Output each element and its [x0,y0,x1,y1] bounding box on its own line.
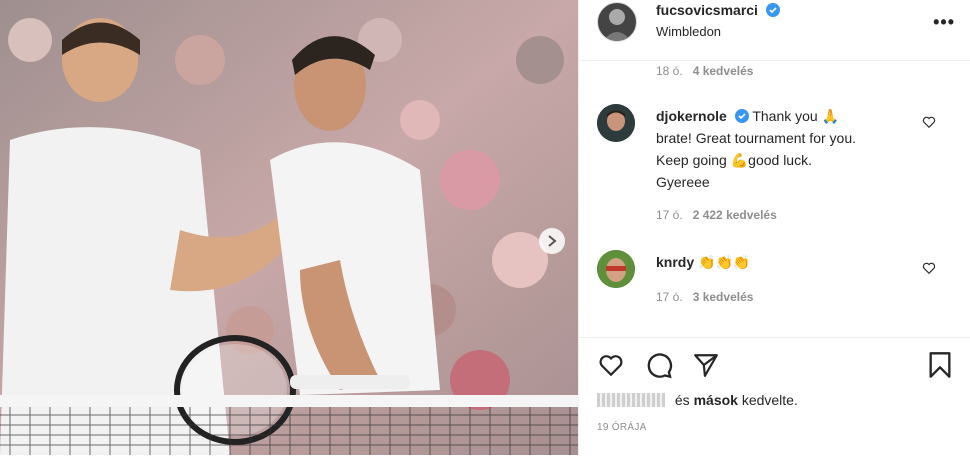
liked-by: és mások kedvelte. [597,392,798,408]
verified-badge-icon [734,109,749,123]
comment-time[interactable]: 17 ó. [656,208,683,222]
comment-text-line: brate! Great tournament for you. [656,130,856,146]
post-side-panel: fucsovicsmarci Wimbledon ••• 18 ó. 4 kedv… [578,0,970,455]
liked-by-others[interactable]: mások [694,392,738,408]
prev-comment-time[interactable]: 18 ó. [656,64,683,78]
comment-text-line: Gyereee [656,174,710,190]
next-photo-button[interactable] [539,228,565,254]
comment-username[interactable]: knrdy [656,254,694,270]
heart-icon[interactable] [597,352,625,378]
post-header: fucsovicsmarci Wimbledon ••• [579,0,970,61]
tennis-photo [0,0,578,455]
comment-username[interactable]: djokernole [656,108,727,124]
comment-body: knrdy 👏👏👏 [656,251,750,273]
comment-meta: 17 ó. 2 422 kedvelés [656,208,777,222]
comment-like-icon[interactable] [922,115,936,129]
liked-by-suffix: kedvelte. [741,392,798,408]
blurred-username [597,393,665,407]
verified-badge-icon [766,3,781,17]
prev-comment-meta: 18 ó. 4 kedvelés [656,64,753,78]
post-timestamp[interactable]: 19 ÓRÁJA [597,422,647,433]
comment-icon[interactable] [645,351,673,379]
comment-time[interactable]: 17 ó. [656,290,683,304]
comment-likes[interactable]: 2 422 kedvelés [693,208,777,222]
bookmark-icon[interactable] [928,351,952,379]
author-username[interactable]: fucsovicsmarci [656,2,758,18]
comment-text-line: Keep going 💪good luck. [656,152,812,168]
comment-likes[interactable]: 3 kedvelés [693,290,754,304]
post-location[interactable]: Wimbledon [656,24,721,39]
share-icon[interactable] [692,352,720,378]
comment-body: djokernole Thank you 🙏 brate! Great tour… [656,105,946,193]
prev-comment-likes[interactable]: 4 kedvelés [693,64,754,78]
post-actions: és mások kedvelte. 19 ÓRÁJA [579,337,970,456]
author-row: fucsovicsmarci [656,2,781,20]
comment-text-line: 👏👏👏 [698,254,751,270]
comment-like-icon[interactable] [922,261,936,275]
chevron-right-icon [548,235,557,247]
comment-avatar[interactable] [597,104,635,142]
comment-text-line: Thank you 🙏 [752,108,840,124]
comment-meta: 17 ó. 3 kedvelés [656,290,753,304]
liked-by-conj: és [674,392,690,408]
comment-avatar[interactable] [597,250,635,288]
post-photo[interactable] [0,0,578,455]
author-avatar[interactable] [597,2,637,42]
more-options-icon[interactable]: ••• [933,12,955,33]
